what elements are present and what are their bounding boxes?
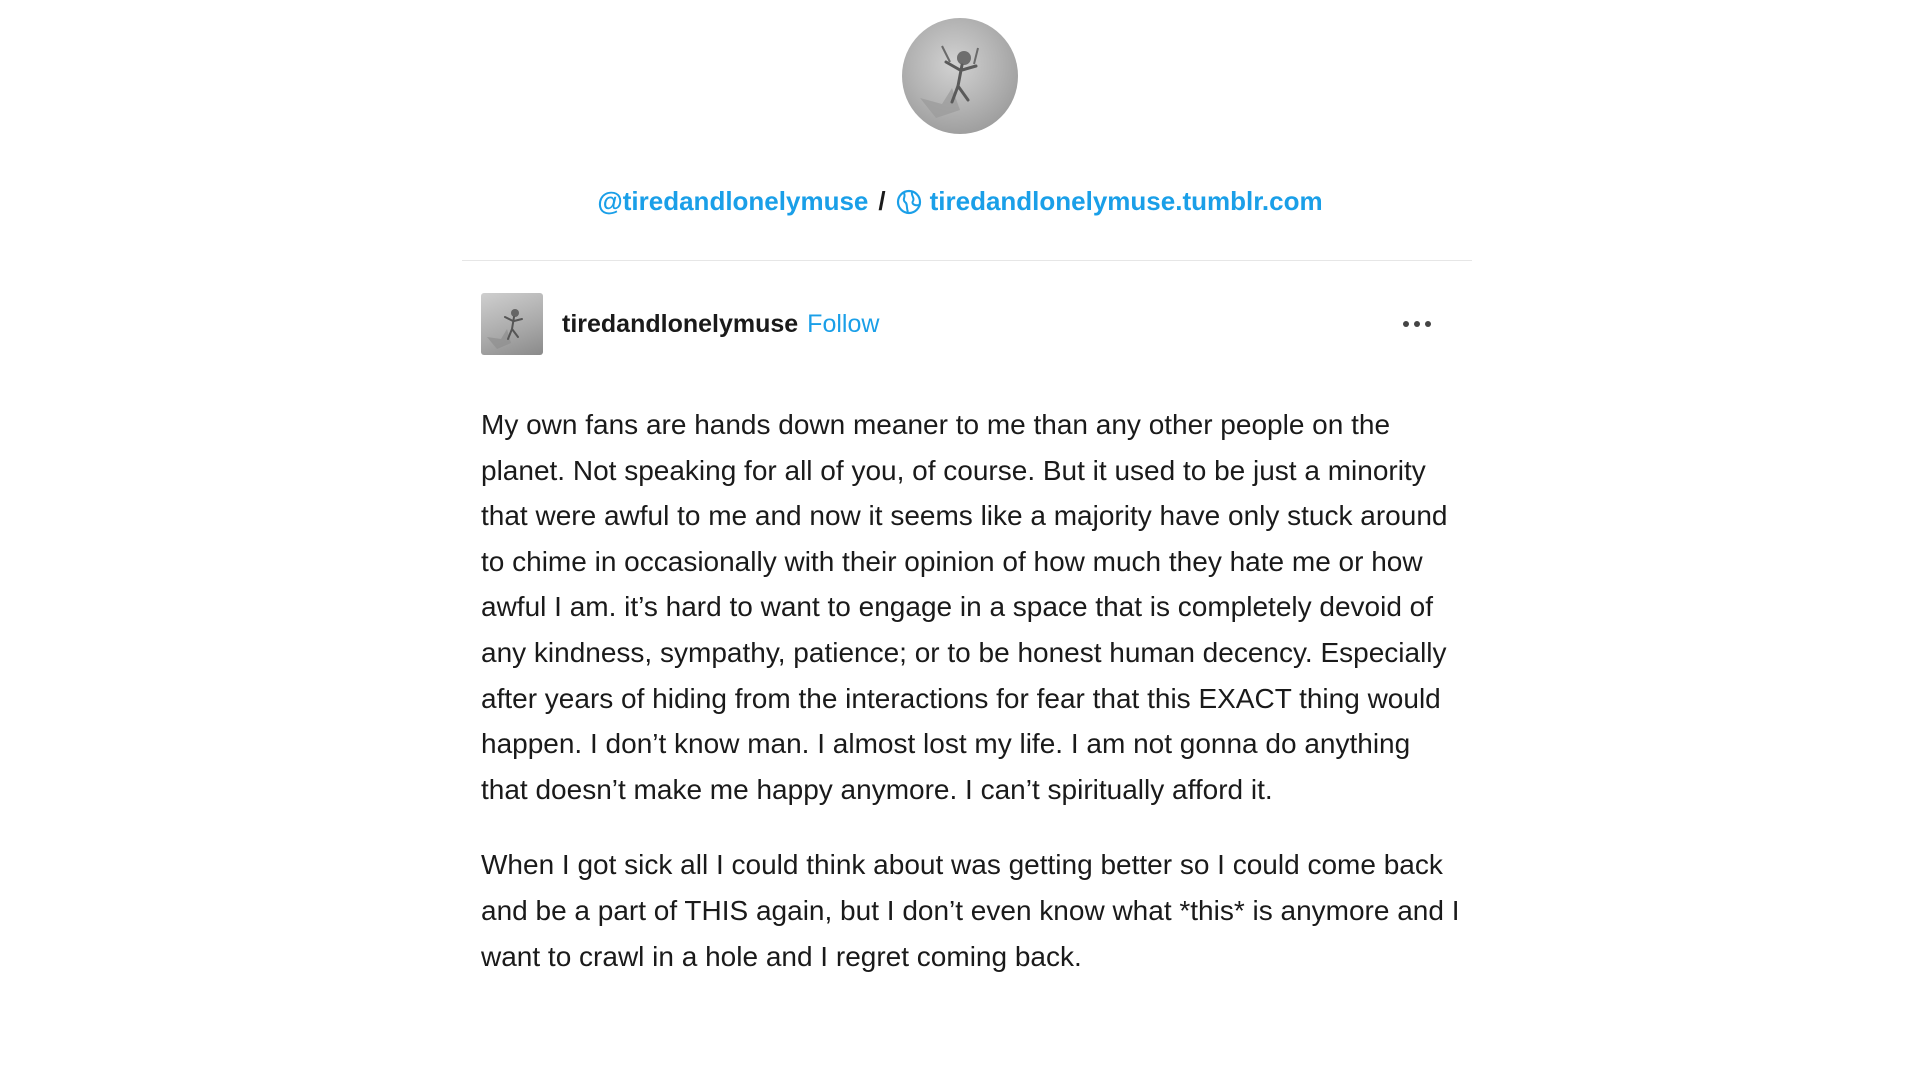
header-divider [462,260,1472,261]
avatar-image [920,45,979,118]
post-body: My own fans are hands down meaner to me … [481,402,1461,1009]
post-avatar[interactable] [481,293,543,355]
ellipsis-icon[interactable] [1393,307,1441,341]
follow-button[interactable]: Follow [807,310,879,339]
link-separator: / [878,186,886,216]
blog-avatar[interactable] [902,18,1018,134]
post-avatar-image [487,309,523,349]
post-paragraph: My own fans are hands down meaner to me … [481,409,1448,805]
post-username[interactable]: tiredandlonelymuse [562,310,798,339]
blog-url-text: tiredandlonelymuse.tumblr.com [929,186,1323,216]
post-header: tiredandlonelymuse Follow [481,293,1441,355]
blog-links: @tiredandlonelymuse / tiredandlonelymuse… [597,186,1322,217]
tumblr-post-page: @tiredandlonelymuse / tiredandlonelymuse… [0,0,1920,1080]
blog-header: @tiredandlonelymuse / tiredandlonelymuse… [0,18,1920,217]
blog-url-link[interactable]: tiredandlonelymuse.tumblr.com [896,186,1323,217]
blog-handle-link[interactable]: @tiredandlonelymuse [597,186,868,217]
globe-icon [896,189,921,214]
post-paragraph: When I got sick all I could think about … [481,849,1460,972]
